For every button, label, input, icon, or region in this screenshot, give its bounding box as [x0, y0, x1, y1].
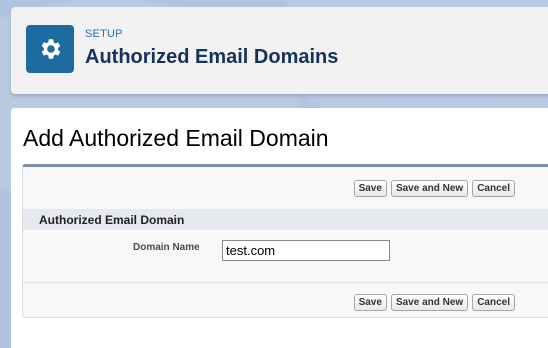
main-content: Add Authorized Email Domain Save Save an… — [11, 108, 548, 348]
domain-name-label: Domain Name — [133, 242, 200, 253]
setup-label: SETUP — [85, 28, 123, 40]
top-button-row: Save Save and New Cancel — [353, 180, 515, 197]
page-header: SETUP Authorized Email Domains — [11, 7, 548, 94]
bottom-button-row: Save Save and New Cancel — [353, 294, 515, 311]
header-title: Authorized Email Domains — [85, 46, 339, 68]
cancel-button[interactable]: Cancel — [472, 180, 515, 197]
cancel-button-bottom[interactable]: Cancel — [472, 294, 515, 311]
save-and-new-button[interactable]: Save and New — [390, 180, 469, 197]
gear-icon — [41, 39, 61, 59]
domain-name-input[interactable] — [222, 240, 390, 261]
save-and-new-button-bottom[interactable]: Save and New — [390, 294, 469, 311]
save-button[interactable]: Save — [353, 180, 387, 197]
divider — [23, 282, 548, 283]
save-button-bottom[interactable]: Save — [353, 294, 387, 311]
setup-gear-tile — [26, 25, 74, 73]
section-header: Authorized Email Domain — [23, 209, 548, 230]
page-title: Add Authorized Email Domain — [23, 125, 329, 151]
edit-form: Save Save and New Cancel Authorized Emai… — [22, 164, 548, 318]
section-title: Authorized Email Domain — [39, 213, 185, 227]
